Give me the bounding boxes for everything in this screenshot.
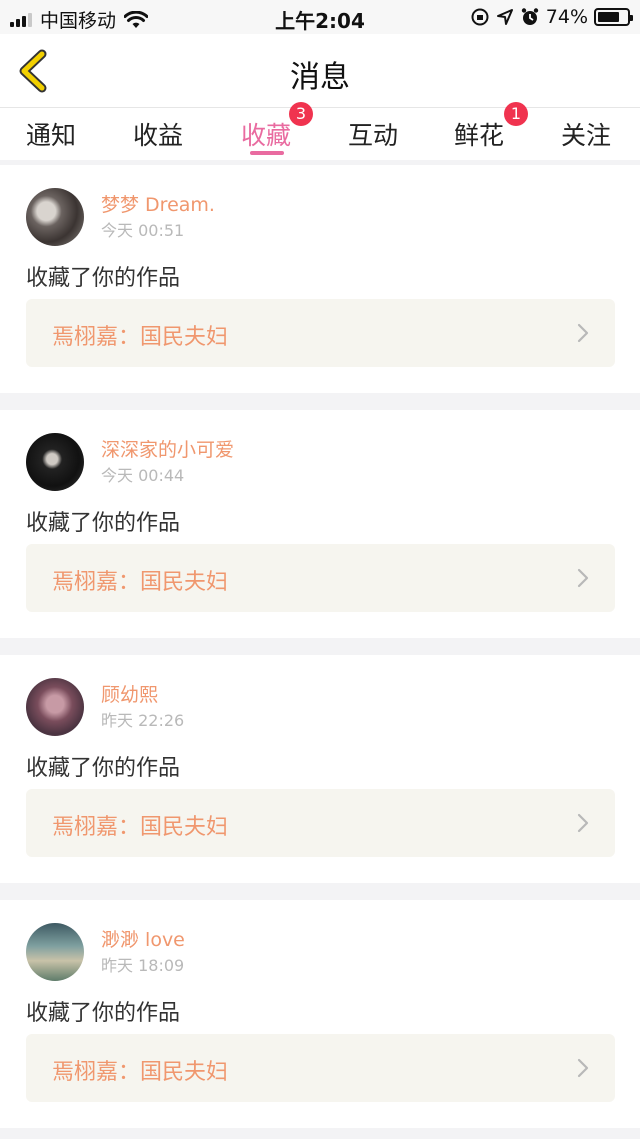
timestamp: 今天 00:51 — [101, 221, 185, 240]
tab-favorites[interactable]: 收藏 — [241, 116, 291, 152]
timestamp: 昨天 18:09 — [101, 956, 185, 975]
action-text: 收藏了你的作品 — [26, 511, 181, 536]
chevron-right-icon — [577, 323, 589, 343]
work-title: 焉栩嘉：国民夫妇 — [52, 815, 229, 840]
tab-bar: 通知 收益 收藏 3 互动 鲜花 1 关注 — [0, 102, 640, 160]
chevron-right-icon — [577, 568, 589, 588]
work-link[interactable]: 焉栩嘉：国民夫妇 — [26, 299, 615, 367]
battery-percent: 74% — [545, 6, 588, 28]
username[interactable]: 梦梦 Dream. — [101, 190, 215, 217]
work-link[interactable]: 焉栩嘉：国民夫妇 — [26, 789, 615, 857]
battery-fill — [598, 12, 619, 22]
avatar[interactable] — [26, 678, 84, 736]
rotation-lock-icon — [471, 8, 489, 26]
page-title: 消息 — [290, 60, 350, 95]
tab-flowers[interactable]: 鲜花 — [454, 116, 504, 152]
work-title: 焉栩嘉：国民夫妇 — [52, 570, 229, 595]
timestamp: 昨天 22:26 — [101, 711, 185, 730]
chevron-right-icon — [577, 813, 589, 833]
status-bar: 中国移动 上午2:04 74% — [0, 0, 640, 34]
status-right: 74% — [470, 6, 633, 28]
location-arrow-icon — [496, 9, 513, 25]
tab-earnings[interactable]: 收益 — [133, 116, 183, 152]
work-title: 焉栩嘉：国民夫妇 — [52, 1060, 229, 1085]
avatar[interactable] — [26, 433, 84, 491]
tab-notification[interactable]: 通知 — [26, 116, 76, 152]
alarm-icon — [521, 8, 538, 25]
message-card: 深深家的小可爱 今天 00:44 收藏了你的作品 焉栩嘉：国民夫妇 — [0, 410, 640, 638]
action-text: 收藏了你的作品 — [26, 1001, 181, 1026]
username[interactable]: 顾幼熙 — [101, 680, 158, 707]
action-text: 收藏了你的作品 — [26, 266, 181, 291]
message-card: 顾幼熙 昨天 22:26 收藏了你的作品 焉栩嘉：国民夫妇 — [0, 655, 640, 883]
flowers-badge: 1 — [504, 102, 528, 126]
active-tab-indicator — [250, 151, 284, 155]
favorites-badge: 3 — [289, 102, 313, 126]
chevron-right-icon — [577, 1058, 589, 1078]
message-card: 渺渺 love 昨天 18:09 收藏了你的作品 焉栩嘉：国民夫妇 — [0, 900, 640, 1128]
work-link[interactable]: 焉栩嘉：国民夫妇 — [26, 544, 615, 612]
timestamp: 今天 00:44 — [101, 466, 185, 485]
avatar[interactable] — [26, 188, 84, 246]
battery-icon — [594, 8, 633, 26]
message-card: 梦梦 Dream. 今天 00:51 收藏了你的作品 焉栩嘉：国民夫妇 — [0, 165, 640, 393]
work-link[interactable]: 焉栩嘉：国民夫妇 — [26, 1034, 615, 1102]
username[interactable]: 深深家的小可爱 — [101, 435, 234, 462]
nav-bar: 消息 — [0, 34, 640, 108]
work-title: 焉栩嘉：国民夫妇 — [52, 325, 229, 350]
tab-interaction[interactable]: 互动 — [348, 116, 398, 152]
username[interactable]: 渺渺 love — [101, 925, 185, 952]
tab-follow[interactable]: 关注 — [561, 116, 611, 152]
avatar[interactable] — [26, 923, 84, 981]
action-text: 收藏了你的作品 — [26, 756, 181, 781]
